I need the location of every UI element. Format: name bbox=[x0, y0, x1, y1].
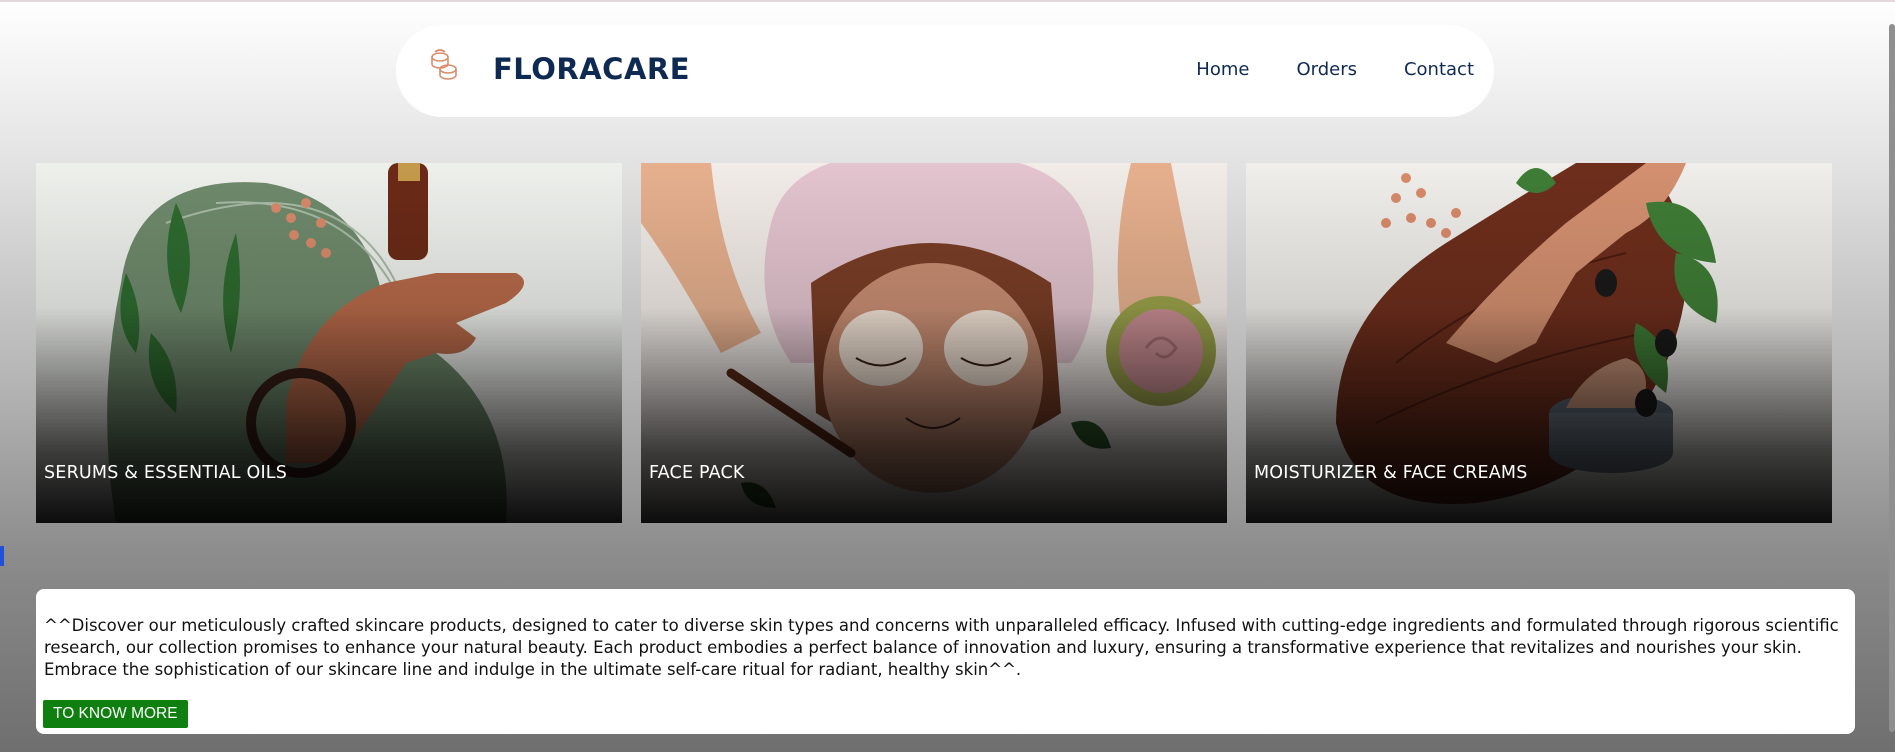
side-marker bbox=[0, 546, 4, 566]
category-card-serums[interactable]: SERUMS & ESSENTIAL OILS bbox=[36, 163, 622, 523]
brand-name[interactable]: FLORACARE bbox=[493, 52, 690, 86]
know-more-button[interactable]: TO KNOW MORE bbox=[43, 700, 188, 728]
navbar: FLORACARE Home Orders Contact bbox=[396, 25, 1494, 117]
nav-orders[interactable]: Orders bbox=[1296, 59, 1357, 80]
category-label[interactable]: MOISTURIZER & FACE CREAMS bbox=[1254, 463, 1528, 483]
category-cards: SERUMS & ESSENTIAL OILS FACE PACK MOISTU… bbox=[36, 163, 1832, 523]
main-nav: Home Orders Contact bbox=[1149, 59, 1474, 80]
category-card-moisturizer[interactable]: MOISTURIZER & FACE CREAMS bbox=[1246, 163, 1832, 523]
scrollbar[interactable] bbox=[1889, 24, 1895, 732]
info-text: ^^Discover our meticulously crafted skin… bbox=[44, 616, 1839, 679]
top-border bbox=[0, 0, 1895, 2]
nav-contact[interactable]: Contact bbox=[1404, 59, 1474, 80]
cream-jars-icon[interactable] bbox=[426, 47, 460, 81]
nav-home[interactable]: Home bbox=[1196, 59, 1249, 80]
category-label[interactable]: FACE PACK bbox=[649, 463, 745, 483]
info-panel: ^^Discover our meticulously crafted skin… bbox=[36, 589, 1855, 734]
category-card-face-pack[interactable]: FACE PACK bbox=[641, 163, 1227, 523]
category-label[interactable]: SERUMS & ESSENTIAL OILS bbox=[44, 463, 287, 483]
